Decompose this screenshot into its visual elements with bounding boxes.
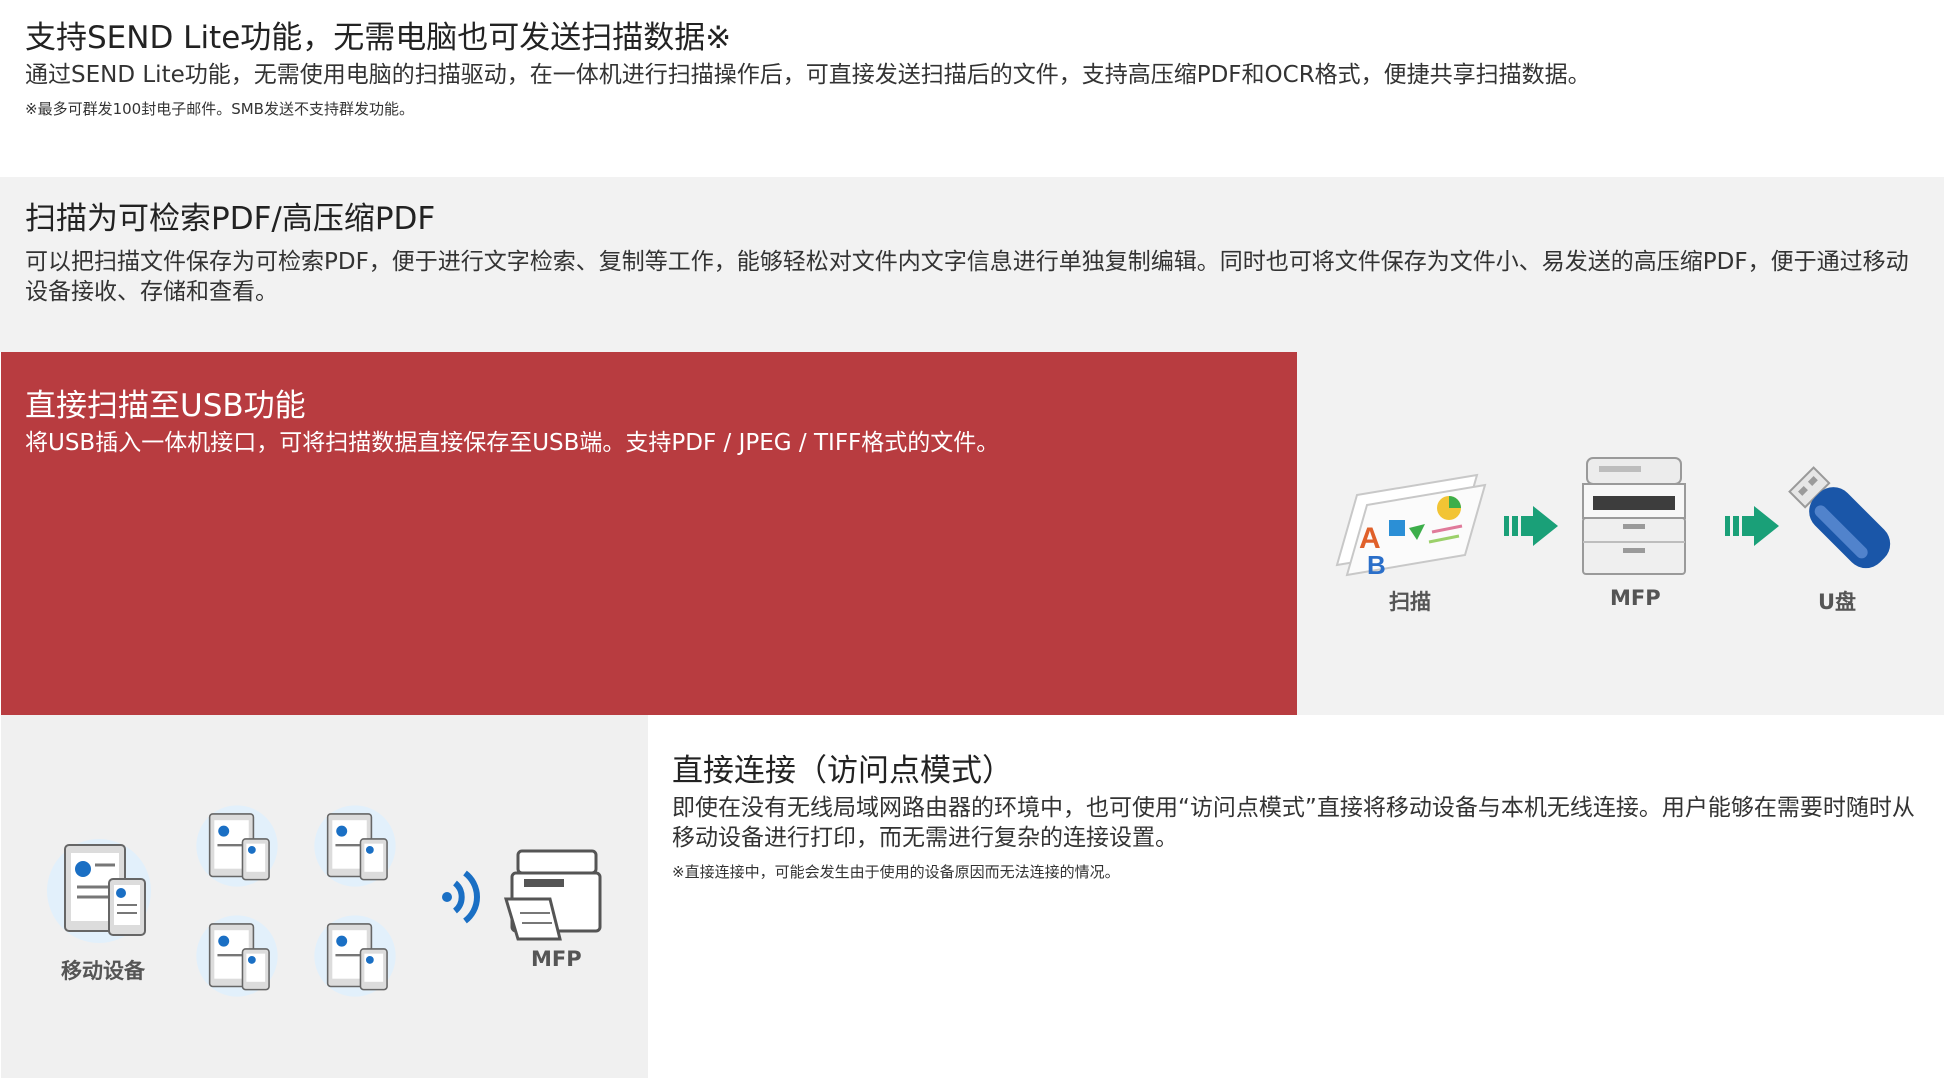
mfp-printer-icon (1582, 457, 1686, 575)
scan-to-usb-title: 直接扫描至USB功能 (25, 388, 306, 424)
mobile-device-icon (196, 805, 278, 887)
direct-connection-description: 即使在没有无线局域网路由器的环境中，也可使用“访问点模式”直接将移动设备与本机无… (672, 795, 1915, 851)
direct-connection-illustration: 移动设备 MFP (1, 715, 648, 1078)
mobile-device-icon (314, 915, 396, 997)
scan-to-usb-illustration: A B 扫描 MFP U盘 (1297, 352, 1944, 715)
scan-to-usb-panel: 直接扫描至USB功能 将USB插入一体机接口，可将扫描数据直接保存至USB端。支… (1, 352, 1297, 715)
searchable-pdf-description: 可以把扫描文件保存为可检索PDF，便于进行文字检索、复制等工作，能够轻松对文件内… (25, 249, 1909, 305)
mobile-device-icon (196, 915, 278, 997)
mobile-device-icon (314, 805, 396, 887)
usb-drive-icon (1788, 466, 1891, 569)
send-lite-description: 通过SEND Lite功能，无需使用电脑的扫描驱动，在一体机进行扫描操作后，可直… (25, 62, 1591, 88)
direct-connection-note: ※直接连接中，可能会发生由于使用的设备原因而无法连接的情况。 (672, 863, 1120, 881)
scan-to-usb-description: 将USB插入一体机接口，可将扫描数据直接保存至USB端。支持PDF / JPEG… (25, 430, 1000, 456)
mobile-device-icon (47, 839, 151, 943)
arrow-right-icon (1725, 506, 1779, 546)
usb-label: U盘 (1818, 590, 1857, 614)
direct-connection-section: 直接连接（访问点模式） 即使在没有无线局域网路由器的环境中，也可使用“访问点模式… (648, 715, 1944, 1078)
scan-label: 扫描 (1389, 590, 1431, 614)
direct-connection-title: 直接连接（访问点模式） (672, 753, 1013, 789)
mfp-label: MFP (1610, 586, 1661, 610)
mobile-device-label: 移动设备 (61, 959, 145, 983)
send-lite-section: 支持SEND Lite功能，无需电脑也可发送扫描数据※ 通过SEND Lite功… (0, 0, 1944, 177)
send-lite-note: ※最多可群发100封电子邮件。SMB发送不支持群发功能。 (25, 100, 414, 118)
send-lite-title: 支持SEND Lite功能，无需电脑也可发送扫描数据※ (25, 20, 732, 56)
arrow-right-icon (1504, 506, 1558, 546)
searchable-pdf-title: 扫描为可检索PDF/高压缩PDF (25, 201, 436, 237)
scanned-document-icon: A B (1335, 473, 1487, 580)
searchable-pdf-section: 扫描为可检索PDF/高压缩PDF 可以把扫描文件保存为可检索PDF，便于进行文字… (0, 177, 1944, 352)
wireless-signal-icon (442, 870, 480, 924)
mfp-printer-icon (503, 849, 602, 941)
mfp-label: MFP (531, 947, 582, 971)
svg-text:B: B (1367, 550, 1386, 580)
